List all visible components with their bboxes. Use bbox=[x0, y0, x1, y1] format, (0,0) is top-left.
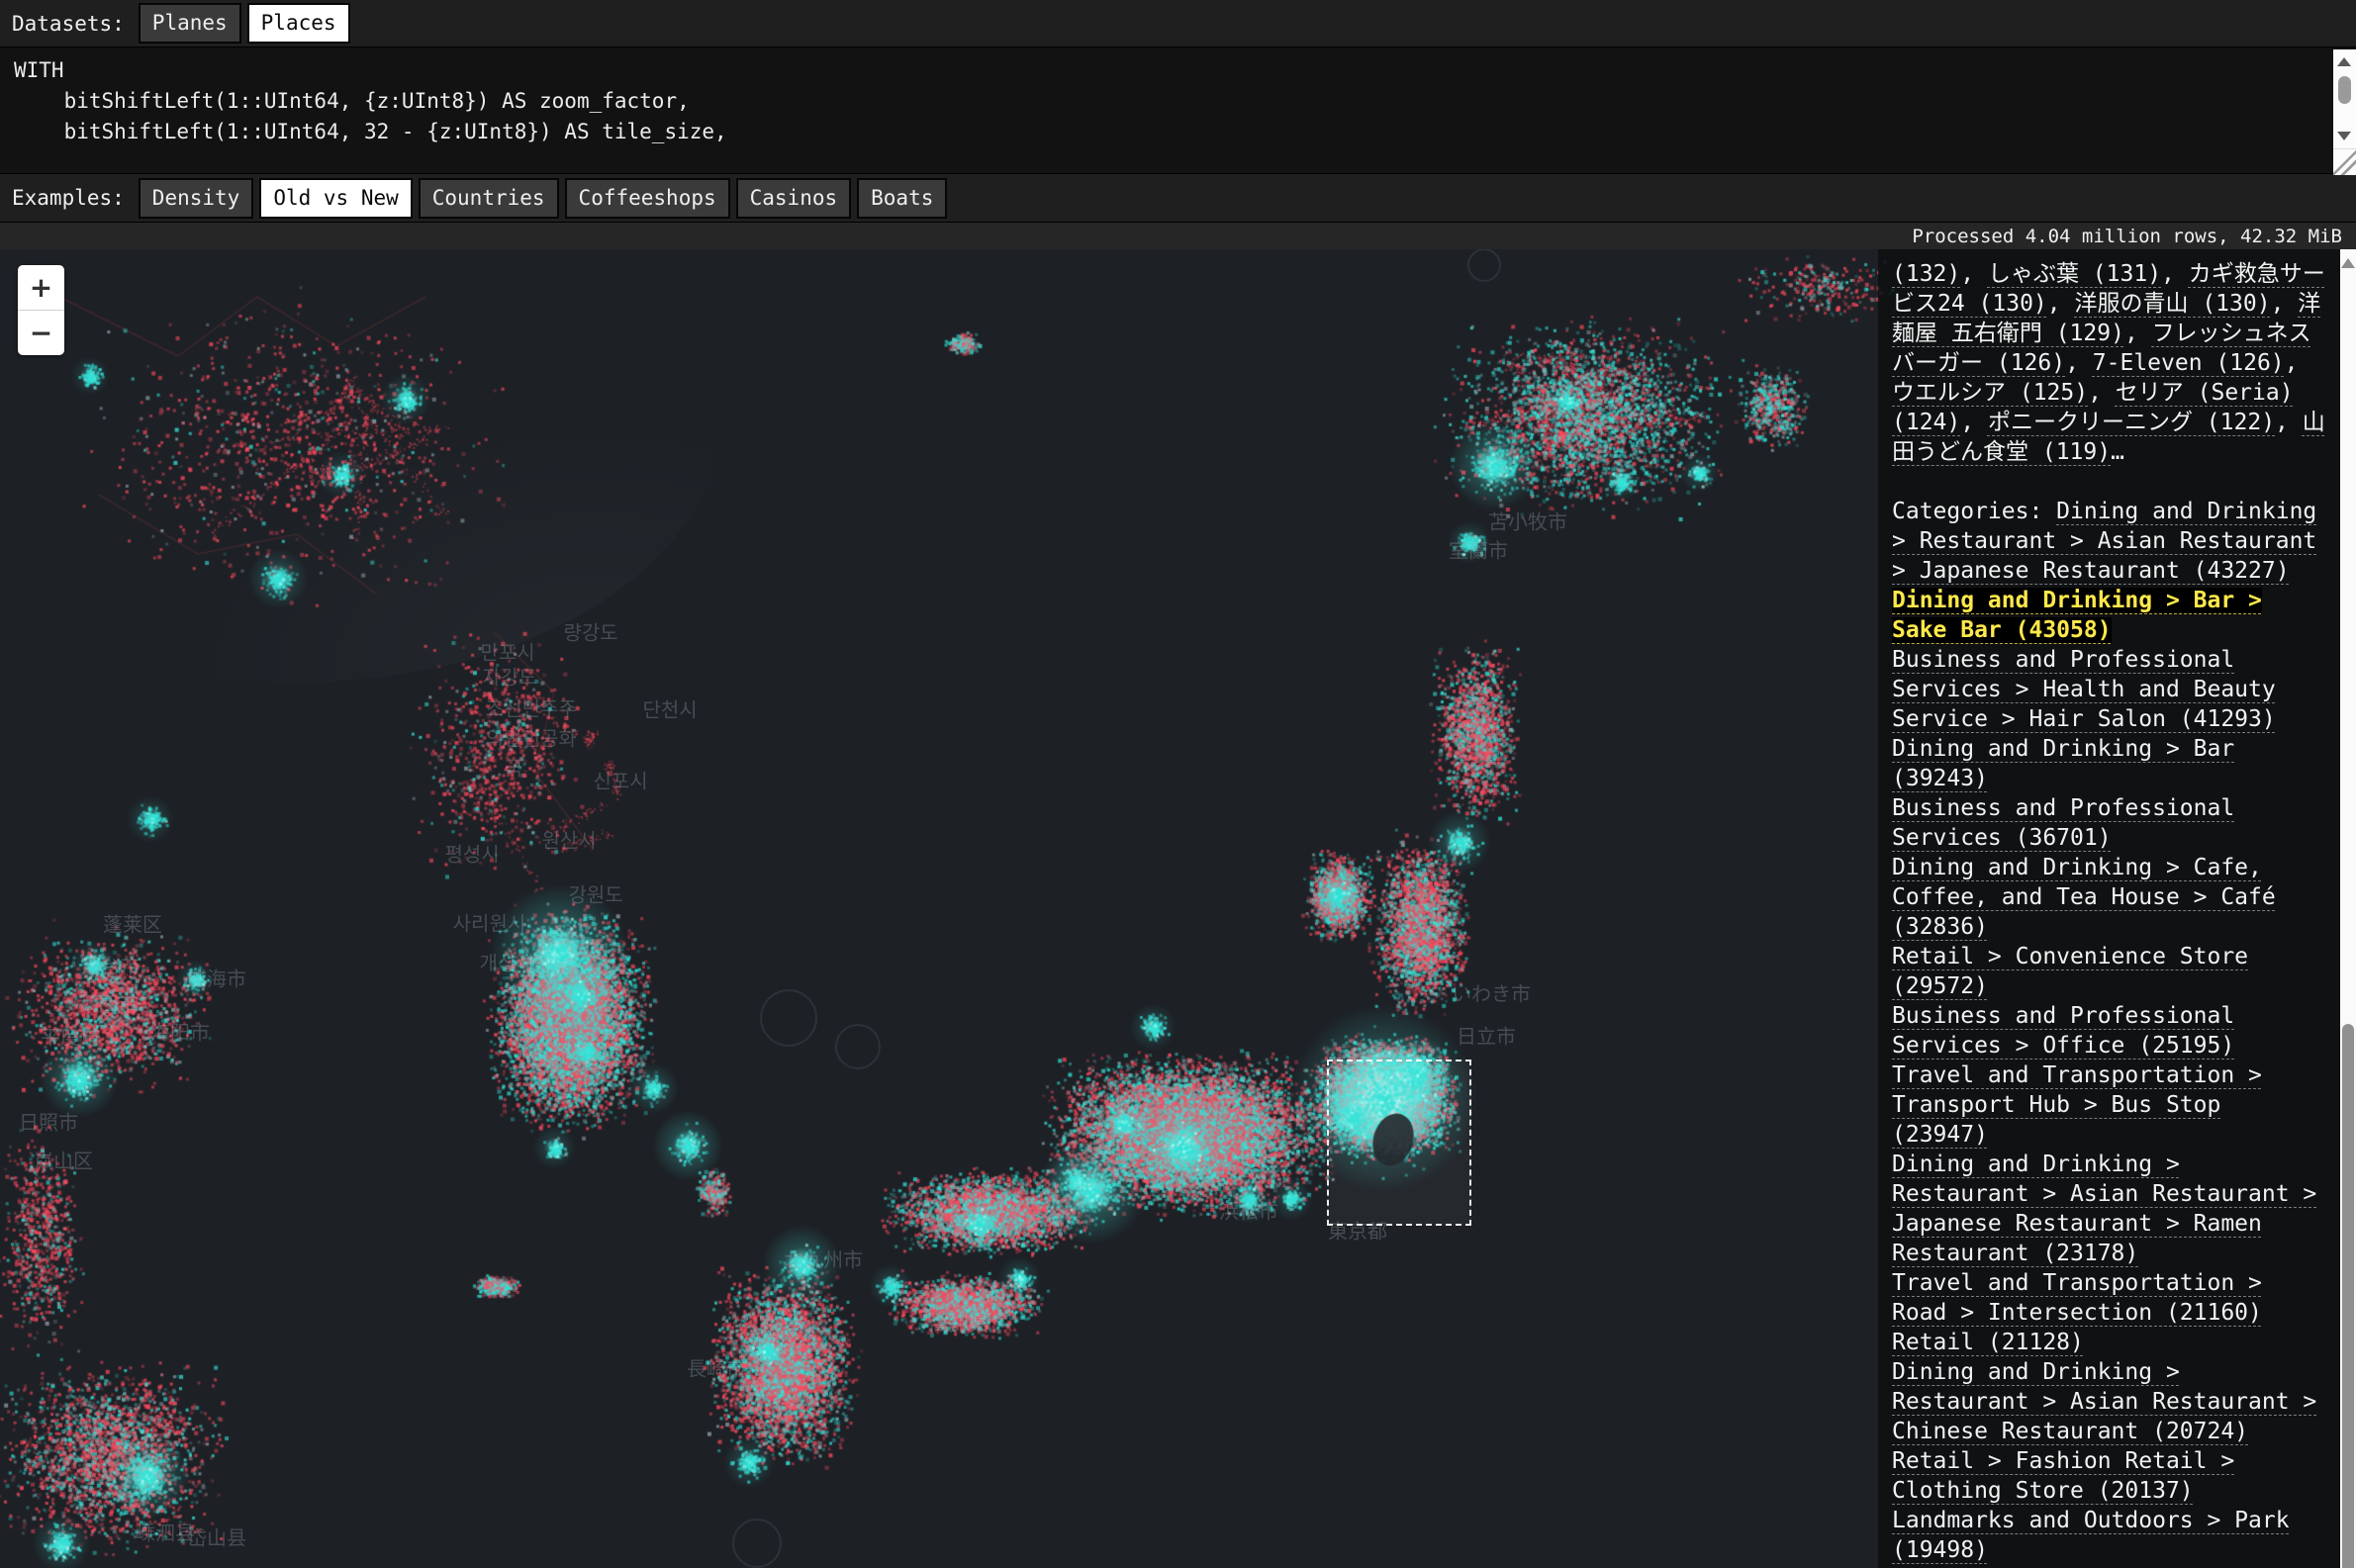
status-text: Processed 4.04 million rows, 42.32 MiB bbox=[1912, 226, 2342, 247]
categories-label: Categories: bbox=[1892, 499, 2056, 524]
map-place-label: 사리원시 bbox=[453, 908, 526, 937]
result-link[interactable]: Dining and Drinking > Cafe, Coffee, and … bbox=[1892, 855, 2276, 940]
result-link[interactable]: Travel and Transportation > Road > Inter… bbox=[1892, 1270, 2262, 1326]
map-place-label: 海阳市 bbox=[150, 1017, 210, 1046]
result-link[interactable]: (132) bbox=[1892, 261, 1960, 287]
map-place-label: 岱山县 bbox=[187, 1522, 246, 1551]
map-place-label: いわき市 bbox=[1452, 978, 1531, 1007]
editor-scrollbar-thumb[interactable] bbox=[2338, 76, 2351, 104]
editor-resize-grip-icon[interactable] bbox=[2333, 148, 2356, 175]
dataset-button-places[interactable]: Places bbox=[247, 3, 350, 44]
results-scrollbar[interactable] bbox=[2340, 249, 2356, 1568]
scroll-up-icon[interactable] bbox=[2341, 258, 2355, 268]
map-place-label: 평성시 bbox=[444, 839, 499, 868]
zoom-in-button[interactable]: + bbox=[18, 265, 64, 311]
example-button-countries[interactable]: Countries bbox=[419, 178, 559, 219]
spacer bbox=[1892, 467, 2328, 497]
map-place-label: 개성시 bbox=[479, 948, 533, 976]
map-place-label: 嵊泗县 bbox=[136, 1518, 195, 1546]
map-place-label: 조선민주주 bbox=[486, 693, 577, 722]
map-place-label: 자강도 bbox=[482, 662, 536, 691]
categories-list: Categories: Dining and Drinking > Restau… bbox=[1892, 497, 2328, 1565]
map-place-label: 莱西市 bbox=[78, 988, 138, 1017]
examples-bar: Examples: Density Old vs New Countries C… bbox=[0, 174, 2356, 223]
sql-editor[interactable]: WITH bitShiftLeft(1::UInt64, {z:UInt8}) … bbox=[0, 47, 2356, 174]
examples-label: Examples: bbox=[12, 186, 125, 210]
result-link[interactable]: ウエルシア (125) bbox=[1892, 380, 2088, 406]
map-place-label: 단천시 bbox=[642, 694, 697, 723]
map-place-label: 威海市 bbox=[187, 964, 246, 992]
map-place-label: 高知県 bbox=[929, 1309, 989, 1337]
map-place-label: 강원도 bbox=[568, 879, 622, 908]
example-button-old-vs-new[interactable]: Old vs New bbox=[259, 178, 412, 219]
map-place-label: 長崎市 bbox=[687, 1353, 746, 1382]
example-button-density[interactable]: Density bbox=[139, 178, 254, 219]
dataset-button-planes[interactable]: Planes bbox=[139, 3, 241, 44]
status-bar: Processed 4.04 million rows, 42.32 MiB bbox=[0, 223, 2356, 249]
editor-scrollbar[interactable] bbox=[2333, 49, 2356, 148]
result-link[interactable]: Business and Professional Services > Off… bbox=[1892, 1003, 2234, 1059]
example-button-boats[interactable]: Boats bbox=[857, 178, 947, 219]
map: 蓬莱区烟台市威海市莱西市海阳市平度市日照市岚山区嵊泗县岱山县만포시자강도량강도조… bbox=[0, 249, 2356, 1568]
map-place-label: 浜松市 bbox=[1219, 1196, 1278, 1225]
scroll-down-icon[interactable] bbox=[2337, 132, 2351, 140]
datasets-label: Datasets: bbox=[12, 12, 125, 36]
result-link[interactable]: Business and Professional Services > Hea… bbox=[1892, 647, 2276, 732]
datasets-bar: Datasets: Planes Places bbox=[0, 0, 2356, 47]
map-place-label: 蓬莱区 bbox=[103, 909, 162, 938]
results-panel: (132), しゃぶ葉 (131), カギ救急サービス24 (130), 洋服の… bbox=[1878, 249, 2340, 1568]
result-link[interactable]: 洋服の青山 (130) bbox=[2074, 291, 2270, 317]
map-place-label: 苫小牧市 bbox=[1488, 507, 1567, 535]
map-place-label: 신포시 bbox=[593, 766, 647, 794]
result-link[interactable]: Business and Professional Services (3670… bbox=[1892, 795, 2234, 851]
result-link[interactable]: しゃぶ葉 (131) bbox=[1988, 261, 2161, 287]
result-link[interactable]: 7-Eleven (126) bbox=[2093, 350, 2285, 376]
result-link[interactable]: Dining and Drinking > Restaurant > Asian… bbox=[1892, 1359, 2316, 1444]
result-link[interactable]: Retail (21128) bbox=[1892, 1330, 2084, 1355]
result-link[interactable]: Travel and Transportation > Transport Hu… bbox=[1892, 1062, 2262, 1148]
category-link-highlighted[interactable]: Dining and Drinking > Bar > Sake Bar (43… bbox=[1892, 588, 2262, 643]
map-selection-rectangle bbox=[1327, 1060, 1471, 1226]
map-place-label: 국 bbox=[505, 753, 522, 782]
map-place-label: 량강도 bbox=[563, 617, 617, 646]
scroll-up-icon[interactable] bbox=[2337, 57, 2351, 66]
result-link[interactable]: Dining and Drinking > Restaurant > Asian… bbox=[1892, 1152, 2316, 1266]
sql-code[interactable]: WITH bitShiftLeft(1::UInt64, {z:UInt8}) … bbox=[0, 47, 2356, 155]
map-place-label: 日立市 bbox=[1457, 1021, 1516, 1050]
example-button-casinos[interactable]: Casinos bbox=[736, 178, 852, 219]
top-names-list: (132), しゃぶ葉 (131), カギ救急サービス24 (130), 洋服の… bbox=[1892, 259, 2328, 467]
map-place-label: 北九州市 bbox=[784, 1245, 863, 1273]
map-place-label: 平度市 bbox=[41, 1022, 100, 1051]
map-place-label: 日照市 bbox=[19, 1107, 78, 1136]
result-link[interactable]: ポニークリーニング (122) bbox=[1988, 410, 2275, 435]
results-scrollbar-thumb[interactable] bbox=[2342, 1024, 2354, 1568]
zoom-out-button[interactable]: − bbox=[18, 311, 64, 355]
map-place-label: 烟台市 bbox=[81, 951, 141, 979]
map-place-label: 室蘭市 bbox=[1449, 535, 1508, 564]
map-zoom-control: + − bbox=[18, 265, 64, 355]
result-link[interactable]: Landmarks and Outdoors > Park (19498) bbox=[1892, 1508, 2290, 1563]
result-link[interactable]: Dining and Drinking > Bar (39243) bbox=[1892, 736, 2234, 791]
example-button-coffeeshops[interactable]: Coffeeshops bbox=[565, 178, 730, 219]
result-link[interactable]: Retail > Convenience Store (29572) bbox=[1892, 944, 2248, 999]
map-place-label: 의인민공화 bbox=[486, 723, 577, 752]
map-place-label: 원산시 bbox=[541, 825, 596, 854]
map-place-label: 岚山区 bbox=[34, 1146, 93, 1174]
result-link[interactable]: Retail > Fashion Retail > Clothing Store… bbox=[1892, 1448, 2234, 1504]
